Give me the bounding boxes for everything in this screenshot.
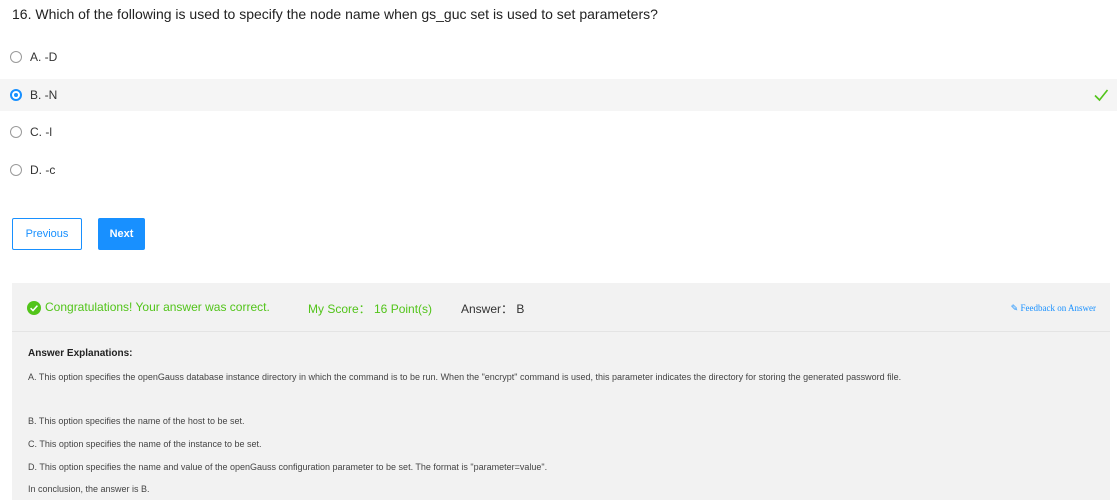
radio-option-c[interactable] — [10, 126, 22, 138]
result-panel: Congratulations! Your answer was correct… — [12, 283, 1110, 500]
next-button[interactable]: Next — [98, 218, 145, 250]
explanation-line: A. This option specifies the openGauss d… — [28, 372, 902, 382]
pencil-icon: ✎ — [1010, 303, 1019, 313]
explanation-line: D. This option specifies the name and va… — [28, 462, 548, 472]
feedback-link[interactable]: ✎ Feedback on Answer — [1011, 303, 1096, 314]
result-message: Congratulations! Your answer was correct… — [45, 300, 270, 314]
check-icon — [1094, 89, 1109, 102]
option-c-label: C. -l — [30, 125, 52, 139]
check-circle-icon — [27, 301, 41, 315]
question-text: 16. Which of the following is used to sp… — [12, 6, 658, 22]
previous-button[interactable]: Previous — [12, 218, 82, 250]
feedback-label: Feedback on Answer — [1020, 303, 1096, 313]
score-text: My Score： 16 Point(s) — [308, 302, 433, 316]
option-a-label: A. -D — [30, 50, 58, 64]
option-d[interactable]: D. -c — [0, 154, 1117, 186]
radio-option-a[interactable] — [10, 51, 22, 63]
radio-option-b[interactable] — [10, 89, 22, 101]
explanation-line: In conclusion, the answer is B. — [28, 484, 150, 494]
answer-text: Answer： B — [461, 302, 525, 316]
option-d-label: D. -c — [30, 163, 56, 177]
explanation-title: Answer Explanations: — [28, 348, 133, 359]
option-a[interactable]: A. -D — [0, 41, 1117, 73]
option-b-label: B. -N — [30, 88, 58, 102]
option-c[interactable]: C. -l — [0, 116, 1117, 148]
explanation-line: B. This option specifies the name of the… — [28, 416, 245, 426]
radio-option-d[interactable] — [10, 164, 22, 176]
result-bar: Congratulations! Your answer was correct… — [12, 283, 1110, 332]
explanation-line: C. This option specifies the name of the… — [28, 439, 262, 449]
option-b[interactable]: B. -N — [0, 79, 1117, 111]
